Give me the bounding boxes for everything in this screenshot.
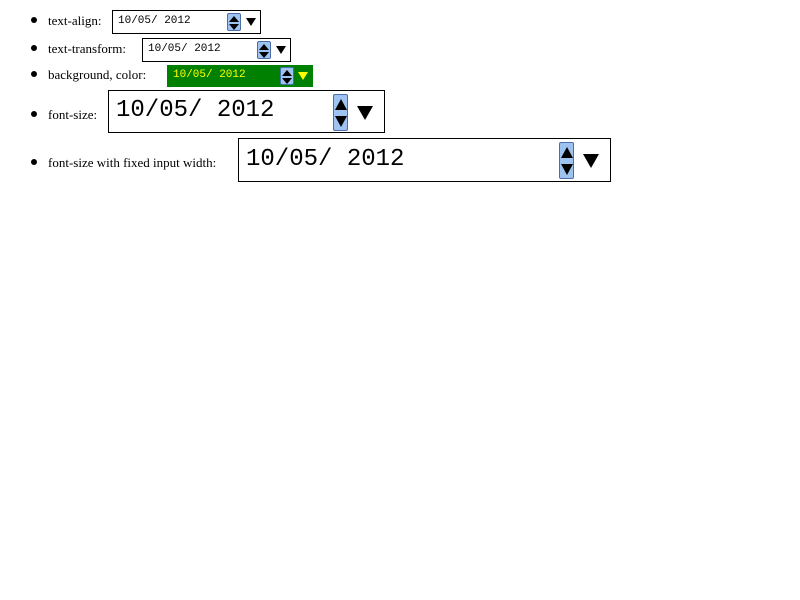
bullet-icon — [31, 111, 37, 117]
list-item-font-size-fixed-width: font-size with fixed input width: 10/05/… — [0, 138, 800, 184]
bullet-icon — [31, 45, 37, 51]
dropdown-arrow-icon[interactable] — [583, 154, 599, 168]
date-value[interactable]: 10/05/ 2012 — [173, 69, 246, 81]
spin-up-icon[interactable] — [229, 16, 239, 22]
date-input[interactable]: 10/05/ 2012 — [112, 10, 261, 34]
spin-button[interactable] — [227, 13, 241, 31]
date-value[interactable]: 10/05/ 2012 — [118, 15, 191, 27]
item-label: background, color: — [48, 67, 147, 82]
date-value[interactable]: 10/05/ 2012 — [116, 97, 274, 124]
spin-up-icon[interactable] — [560, 147, 573, 158]
date-input[interactable]: 10/05/ 2012 — [238, 138, 611, 182]
spin-button[interactable] — [559, 142, 574, 179]
spin-button[interactable] — [280, 67, 294, 85]
dropdown-arrow-icon[interactable] — [246, 18, 256, 26]
spin-up-icon[interactable] — [259, 44, 269, 50]
spin-down-icon[interactable] — [229, 24, 239, 30]
spin-down-icon[interactable] — [334, 116, 347, 127]
date-input[interactable]: 10/05/ 2012 — [167, 65, 313, 87]
dropdown-arrow-icon[interactable] — [357, 106, 373, 120]
bullet-icon — [31, 17, 37, 23]
list-item-font-size: font-size: 10/05/ 2012 — [0, 90, 800, 136]
bullet-icon — [31, 71, 37, 77]
spin-button[interactable] — [333, 94, 348, 131]
date-input[interactable]: 10/05/ 2012 — [108, 90, 385, 133]
dropdown-arrow-icon[interactable] — [276, 46, 286, 54]
date-value[interactable]: 10/05/ 2012 — [246, 146, 404, 173]
item-label: font-size with fixed input width: — [48, 155, 217, 170]
date-value[interactable]: 10/05/ 2012 — [148, 43, 221, 55]
bullet-icon — [31, 159, 37, 165]
item-label: font-size: — [48, 107, 98, 122]
spin-up-icon[interactable] — [282, 70, 292, 76]
item-label: text-transform: — [48, 41, 126, 56]
date-input[interactable]: 10/05/ 2012 — [142, 38, 291, 62]
spin-up-icon[interactable] — [334, 99, 347, 110]
item-label: text-align: — [48, 13, 102, 28]
spin-down-icon[interactable] — [259, 52, 269, 58]
dropdown-arrow-icon[interactable] — [298, 72, 308, 80]
spin-down-icon[interactable] — [560, 164, 573, 175]
spin-down-icon[interactable] — [282, 78, 292, 84]
spin-button[interactable] — [257, 41, 271, 59]
